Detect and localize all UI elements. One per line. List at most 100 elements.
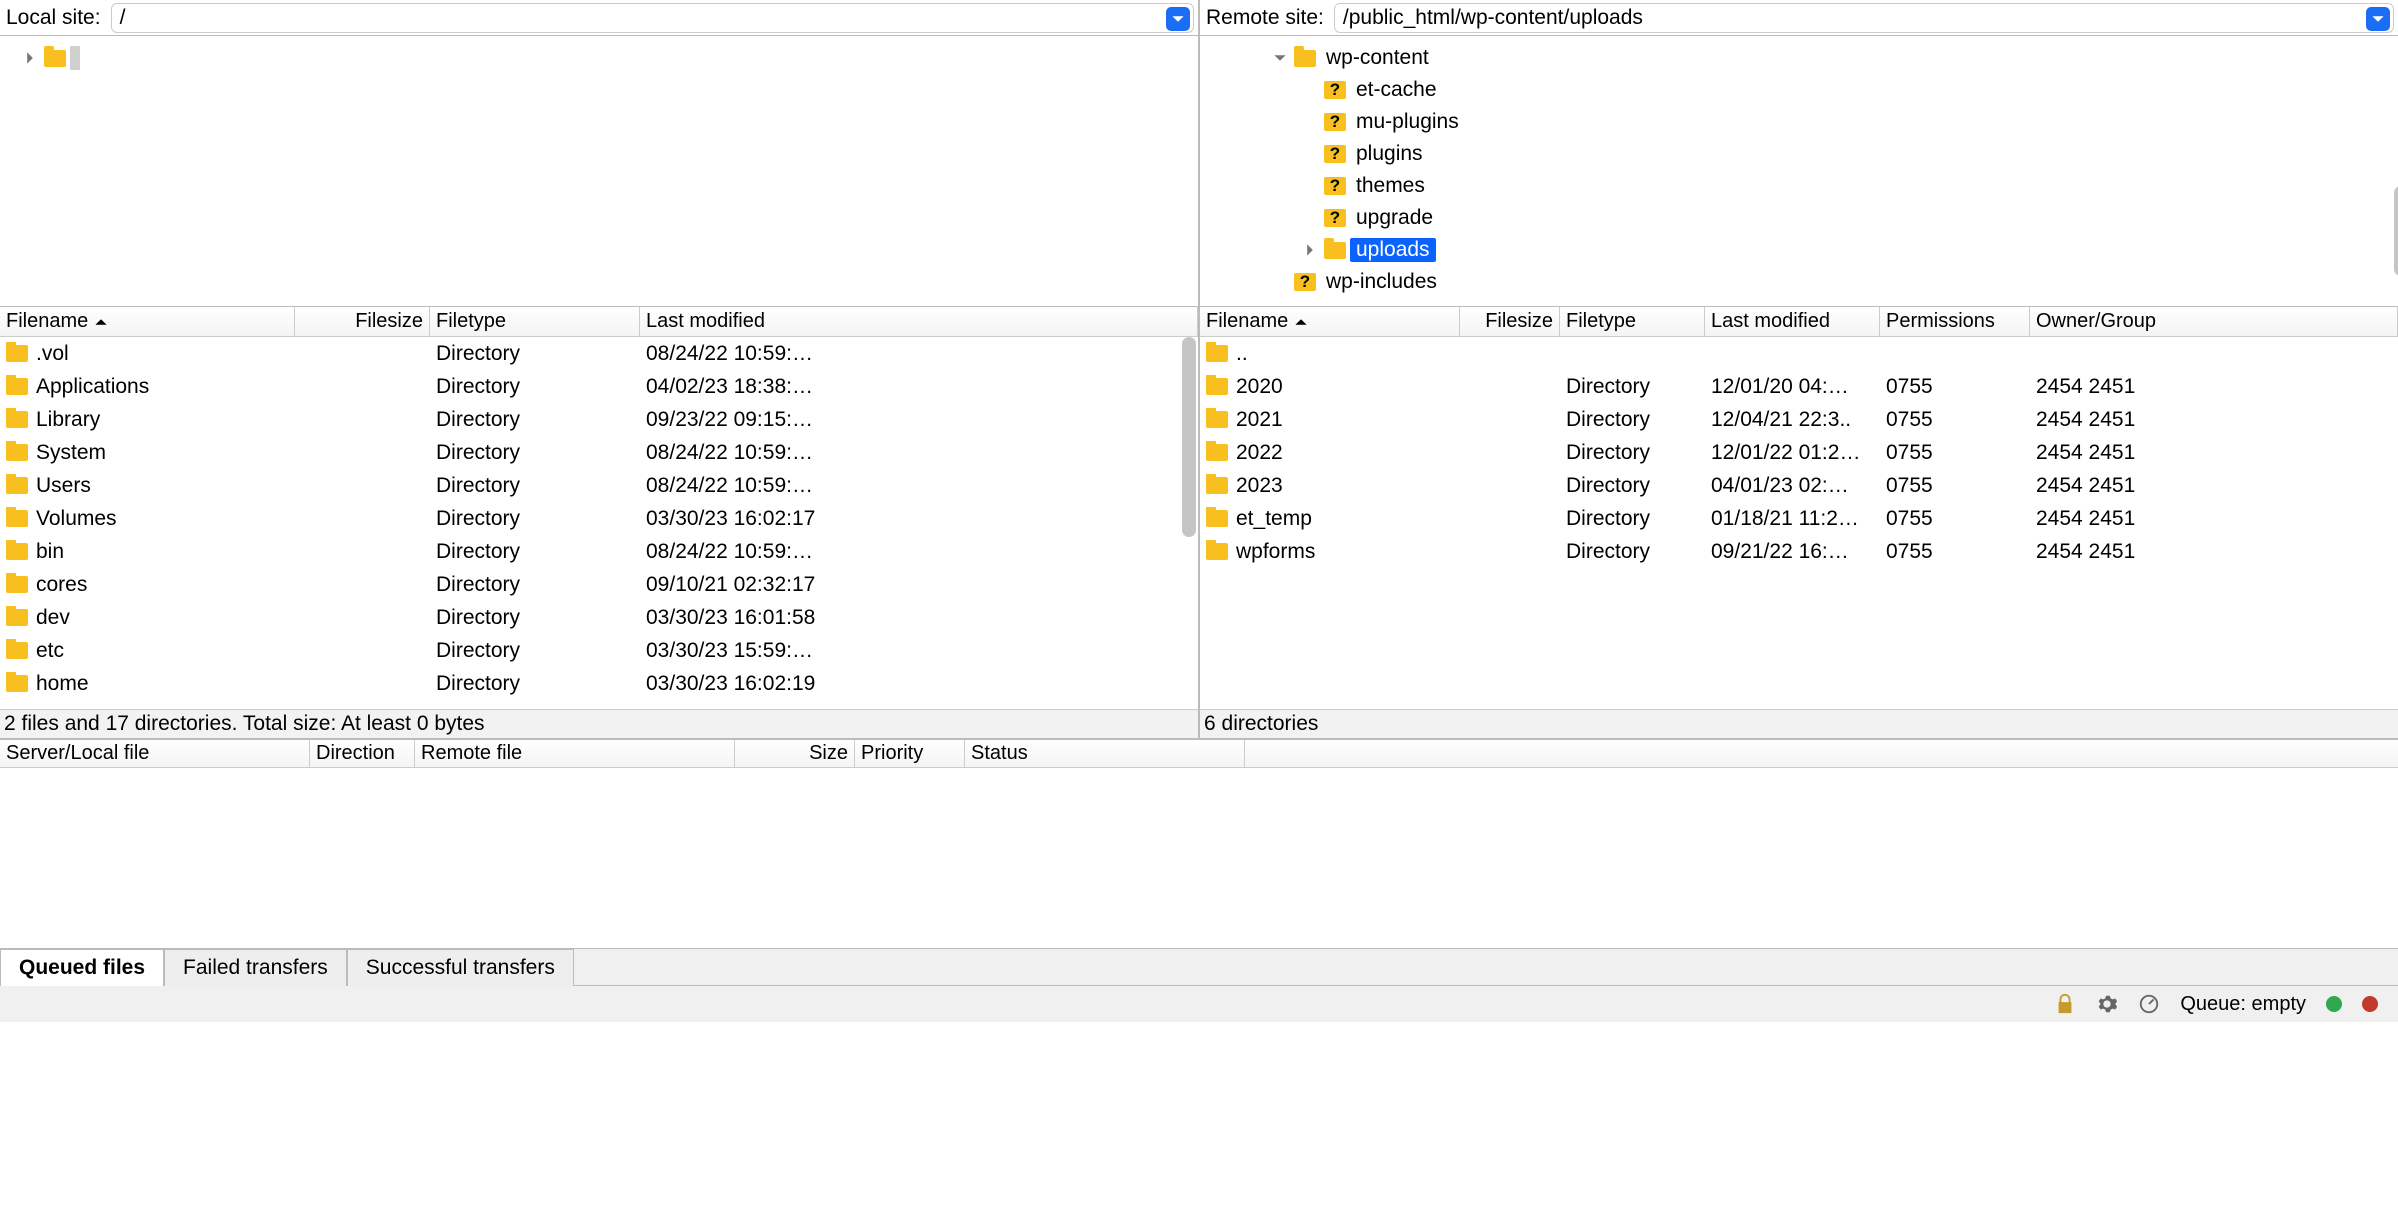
queue-header[interactable]: Server/Local file Direction Remote file … xyxy=(0,740,2398,768)
folder-icon xyxy=(1206,444,1228,461)
remote-list-header[interactable]: Filename Filesize Filetype Last modified… xyxy=(1200,307,2398,337)
scrollbar-thumb[interactable] xyxy=(1182,337,1196,537)
chevron-down-icon[interactable] xyxy=(1270,51,1290,65)
tree-row[interactable]: ?themes xyxy=(1200,170,2398,202)
col-lastmod[interactable]: Last modified xyxy=(1705,307,1880,336)
local-path-input[interactable]: / xyxy=(111,3,1194,33)
chevron-right-icon[interactable] xyxy=(20,51,40,65)
col-filesize[interactable]: Filesize xyxy=(295,307,430,336)
file-row[interactable]: etcDirectory03/30/23 15:59:… xyxy=(0,634,1198,667)
tree-row[interactable]: wp-content xyxy=(1200,42,2398,74)
file-name: Applications xyxy=(36,375,149,399)
folder-unknown-icon: ? xyxy=(1324,81,1346,99)
file-row[interactable]: LibraryDirectory09/23/22 09:15:… xyxy=(0,403,1198,436)
file-row[interactable]: devDirectory03/30/23 16:01:58 xyxy=(0,601,1198,634)
file-row[interactable]: .volDirectory08/24/22 10:59:… xyxy=(0,337,1198,370)
queue-status-text: Queue: empty xyxy=(2180,993,2306,1016)
file-row[interactable]: wpformsDirectory09/21/22 16:…07552454 24… xyxy=(1200,535,2398,568)
col-lastmod[interactable]: Last modified xyxy=(640,307,1198,336)
file-owner: 2454 2451 xyxy=(2030,408,2398,432)
col-server-local[interactable]: Server/Local file xyxy=(0,740,310,767)
queue-list[interactable] xyxy=(0,768,2398,948)
file-row[interactable]: VolumesDirectory03/30/23 16:02:17 xyxy=(0,502,1198,535)
file-row[interactable]: coresDirectory09/10/21 02:32:17 xyxy=(0,568,1198,601)
file-row[interactable]: 2022Directory12/01/22 01:2…07552454 2451 xyxy=(1200,436,2398,469)
file-name: 2022 xyxy=(1236,441,1283,465)
file-name: System xyxy=(36,441,106,465)
col-direction[interactable]: Direction xyxy=(310,740,415,767)
col-size[interactable]: Size xyxy=(735,740,855,767)
file-name: 2021 xyxy=(1236,408,1283,432)
file-row[interactable]: ApplicationsDirectory04/02/23 18:38:… xyxy=(0,370,1198,403)
col-permissions[interactable]: Permissions xyxy=(1880,307,2030,336)
file-row[interactable]: binDirectory08/24/22 10:59:… xyxy=(0,535,1198,568)
file-row[interactable]: SystemDirectory08/24/22 10:59:… xyxy=(0,436,1198,469)
file-name: .vol xyxy=(36,342,69,366)
col-filetype[interactable]: Filetype xyxy=(430,307,640,336)
tree-row[interactable]: uploads xyxy=(1200,234,2398,266)
col-filesize[interactable]: Filesize xyxy=(1460,307,1560,336)
tree-row[interactable]: ?plugins xyxy=(1200,138,2398,170)
chevron-right-icon[interactable] xyxy=(1300,243,1320,257)
file-row[interactable]: et_tempDirectory01/18/21 11:2…07552454 2… xyxy=(1200,502,2398,535)
file-row[interactable]: homeDirectory03/30/23 16:02:19 xyxy=(0,667,1198,700)
folder-icon xyxy=(6,444,28,461)
file-modified: 08/24/22 10:59:… xyxy=(640,441,1198,465)
tree-root-label xyxy=(70,46,80,70)
local-file-list[interactable]: .volDirectory08/24/22 10:59:…Application… xyxy=(0,337,1198,709)
speed-limit-icon[interactable] xyxy=(2138,993,2160,1015)
tree-row[interactable]: ?mu-plugins xyxy=(1200,106,2398,138)
file-row[interactable]: 2023Directory04/01/23 02:…07552454 2451 xyxy=(1200,469,2398,502)
file-row[interactable]: 2020Directory12/01/20 04:…07552454 2451 xyxy=(1200,370,2398,403)
col-remote-file[interactable]: Remote file xyxy=(415,740,735,767)
file-type: Directory xyxy=(430,606,640,630)
file-type: Directory xyxy=(1560,507,1705,531)
tree-row[interactable]: ?wp-includes xyxy=(1200,266,2398,298)
tab-queued-files[interactable]: Queued files xyxy=(0,949,164,986)
file-row[interactable]: UsersDirectory08/24/22 10:59:… xyxy=(0,469,1198,502)
col-owner[interactable]: Owner/Group xyxy=(2030,307,2398,336)
col-filename[interactable]: Filename xyxy=(0,307,295,336)
file-permissions: 0755 xyxy=(1880,375,2030,399)
tree-row[interactable]: ?et-cache xyxy=(1200,74,2398,106)
folder-icon xyxy=(6,477,28,494)
file-name: 2020 xyxy=(1236,375,1283,399)
remote-status: 6 directories xyxy=(1200,709,2398,739)
dropdown-icon[interactable] xyxy=(1166,7,1190,31)
file-modified: 08/24/22 10:59:… xyxy=(640,540,1198,564)
file-modified: 09/21/22 16:… xyxy=(1705,540,1880,564)
file-permissions: 0755 xyxy=(1880,441,2030,465)
col-priority[interactable]: Priority xyxy=(855,740,965,767)
tab-failed-transfers[interactable]: Failed transfers xyxy=(164,949,347,986)
remote-path-value: /public_html/wp-content/uploads xyxy=(1343,6,1643,30)
col-filetype[interactable]: Filetype xyxy=(1560,307,1705,336)
file-owner: 2454 2451 xyxy=(2030,507,2398,531)
file-name: dev xyxy=(36,606,70,630)
col-filename[interactable]: Filename xyxy=(1200,307,1460,336)
file-row[interactable]: 2021Directory12/04/21 22:3..07552454 245… xyxy=(1200,403,2398,436)
tree-row[interactable] xyxy=(0,42,1198,74)
tab-successful-transfers[interactable]: Successful transfers xyxy=(347,949,574,986)
remote-path-input[interactable]: /public_html/wp-content/uploads xyxy=(1334,3,2394,33)
tree-row[interactable]: ?upgrade xyxy=(1200,202,2398,234)
gear-icon[interactable] xyxy=(2096,993,2118,1015)
local-pathbar: Local site: / xyxy=(0,0,1198,36)
file-name: Volumes xyxy=(36,507,117,531)
scrollbar-thumb[interactable] xyxy=(2394,186,2398,276)
file-row[interactable]: .. xyxy=(1200,337,2398,370)
remote-file-list[interactable]: ..2020Directory12/01/20 04:…07552454 245… xyxy=(1200,337,2398,709)
remote-tree[interactable]: wp-content?et-cache?mu-plugins?plugins?t… xyxy=(1200,36,2398,307)
file-modified: 08/24/22 10:59:… xyxy=(640,474,1198,498)
dropdown-icon[interactable] xyxy=(2366,7,2390,31)
file-modified: 08/24/22 10:59:… xyxy=(640,342,1198,366)
local-list-header[interactable]: Filename Filesize Filetype Last modified xyxy=(0,307,1198,337)
tree-label: plugins xyxy=(1350,142,1429,166)
col-status[interactable]: Status xyxy=(965,740,1245,767)
folder-icon xyxy=(6,576,28,593)
tree-label: uploads xyxy=(1350,238,1436,262)
file-name: Library xyxy=(36,408,100,432)
folder-icon xyxy=(1206,378,1228,395)
local-tree[interactable] xyxy=(0,36,1198,307)
folder-icon xyxy=(6,510,28,527)
lock-icon[interactable] xyxy=(2054,993,2076,1015)
